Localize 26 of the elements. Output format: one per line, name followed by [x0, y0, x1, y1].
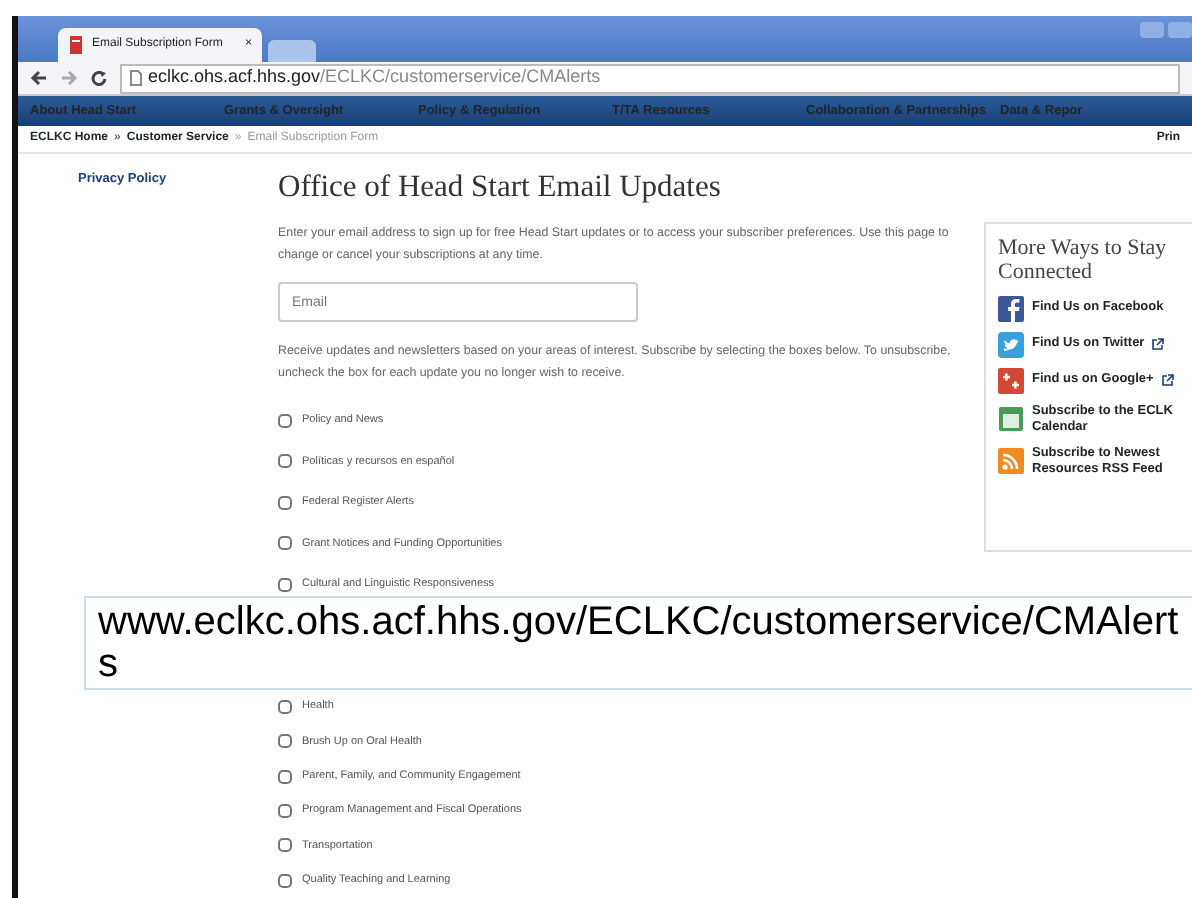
- checkbox[interactable]: [278, 699, 292, 714]
- checkbox[interactable]: [278, 413, 292, 428]
- bird-icon: [998, 331, 1024, 358]
- page-heading: Office of Head Start Email Updates: [278, 169, 723, 207]
- checkbox[interactable]: [278, 804, 292, 819]
- facebook-icon: [998, 295, 1024, 322]
- checkbox[interactable]: [278, 577, 292, 592]
- back-icon: [30, 70, 48, 87]
- page-icon: [68, 35, 84, 54]
- panel-title: More Ways to Stay Connected: [998, 235, 1169, 284]
- address-bar[interactable]: eclkc.ohs.acf.hhs.gov/ECLKC/customerservice/CMAlerts: [120, 63, 1180, 94]
- checkbox[interactable]: [278, 454, 292, 469]
- rss-icon: [998, 448, 1024, 475]
- calendar-icon: [998, 406, 1024, 433]
- checkbox[interactable]: [278, 769, 292, 784]
- checkbox[interactable]: [278, 838, 292, 853]
- checkbox[interactable]: [278, 536, 292, 551]
- checkbox[interactable]: [278, 734, 292, 749]
- checkbox[interactable]: [278, 495, 292, 510]
- url-text: eclkc.ohs.acf.hhs.gov/ECLKC/customerservice/CMAlerts: [148, 64, 601, 91]
- checkbox[interactable]: [278, 873, 292, 888]
- page-icon: [130, 70, 142, 87]
- forward-icon: [60, 70, 78, 87]
- caption-text: www.eclkc.ohs.acf.hhs.gov/ECLKC/customerservice/CMAlerts: [84, 596, 1192, 690]
- reload-icon: [90, 69, 108, 88]
- google-plus-icon: [998, 367, 1024, 394]
